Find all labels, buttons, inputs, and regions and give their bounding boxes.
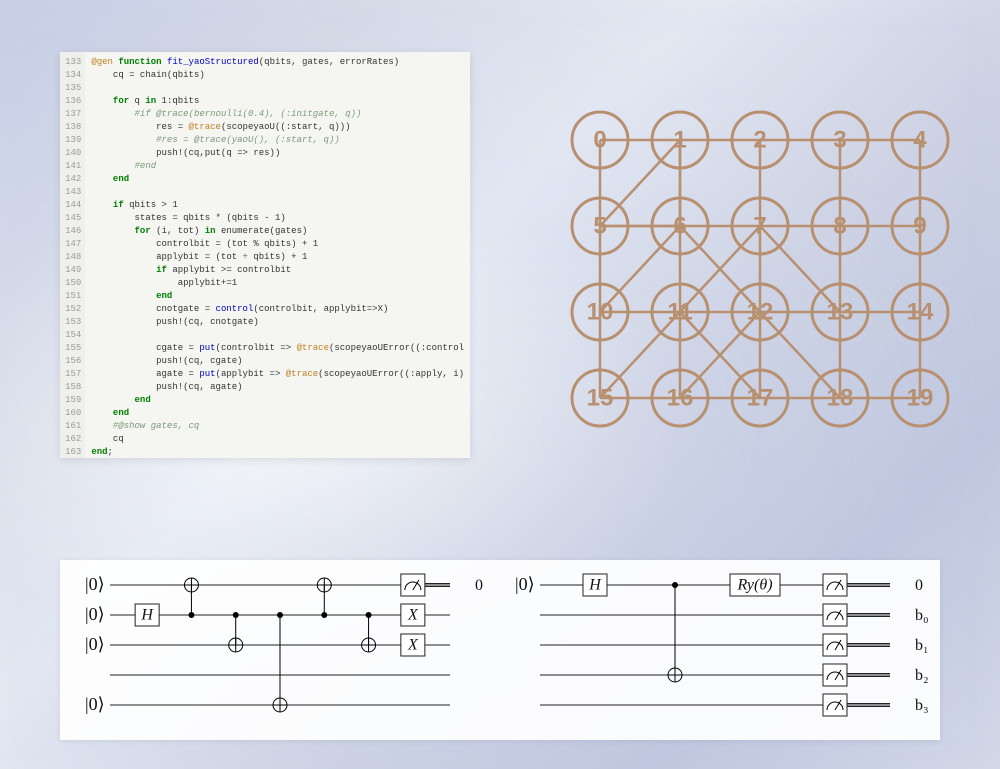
ket-label: |0⟩ <box>85 604 105 624</box>
output-label: 0 <box>915 577 923 594</box>
svg-text:15: 15 <box>587 385 614 412</box>
svg-text:17: 17 <box>747 385 774 412</box>
svg-text:2: 2 <box>753 127 766 154</box>
svg-text:5: 5 <box>593 213 606 240</box>
svg-text:X: X <box>407 607 419 624</box>
output-label: 0 <box>475 577 483 594</box>
code-line-gutter: 1331341351361371381391401411421431441451… <box>60 52 85 458</box>
output-label: b₃ <box>915 697 929 714</box>
output-label: b₁ <box>915 637 929 654</box>
cnot-control <box>188 612 194 618</box>
measurement-gate <box>823 604 847 626</box>
ket-label: |0⟩ <box>85 634 105 654</box>
code-body: @gen function fit_yaoStructured(qbits, g… <box>85 52 470 458</box>
svg-text:7: 7 <box>753 213 766 240</box>
measurement-gate <box>823 634 847 656</box>
svg-text:8: 8 <box>833 213 846 240</box>
code-editor-panel: 1331341351361371381391401411421431441451… <box>60 52 470 458</box>
output-label: b₀ <box>915 607 929 624</box>
svg-text:1: 1 <box>673 127 686 154</box>
svg-text:X: X <box>407 637 419 654</box>
cnot-control <box>672 582 678 588</box>
svg-text:10: 10 <box>587 299 614 326</box>
svg-text:9: 9 <box>913 213 926 240</box>
quantum-chip-graph: 012345678910111213141516171819 <box>560 100 960 440</box>
measurement-gate <box>401 574 425 596</box>
measurement-gate <box>823 664 847 686</box>
svg-text:11: 11 <box>667 299 692 326</box>
svg-text:18: 18 <box>827 385 854 412</box>
cnot-control <box>321 612 327 618</box>
svg-text:12: 12 <box>747 299 774 326</box>
cnot-control <box>277 612 283 618</box>
svg-text:H: H <box>140 607 154 624</box>
svg-text:4: 4 <box>913 127 927 154</box>
svg-text:16: 16 <box>667 385 694 412</box>
svg-text:19: 19 <box>907 385 934 412</box>
svg-text:H: H <box>588 577 602 594</box>
svg-text:3: 3 <box>833 127 846 154</box>
svg-text:0: 0 <box>593 127 606 154</box>
ket-label: |0⟩ <box>85 694 105 714</box>
ket-label: |0⟩ <box>515 574 535 594</box>
svg-text:Ry(θ): Ry(θ) <box>736 577 772 594</box>
quantum-circuit-panel: |0⟩ 0 |0⟩ |0⟩ |0⟩ H XX |0⟩ 0 b₀ b₁ b₂ b₃ H Ry(θ) <box>60 560 940 740</box>
svg-text:14: 14 <box>907 299 934 326</box>
svg-text:13: 13 <box>827 299 854 326</box>
measurement-gate <box>823 694 847 716</box>
cnot-control <box>366 612 372 618</box>
output-label: b₂ <box>915 667 929 684</box>
svg-text:6: 6 <box>673 213 686 240</box>
ket-label: |0⟩ <box>85 574 105 594</box>
measurement-gate <box>823 574 847 596</box>
cnot-control <box>233 612 239 618</box>
